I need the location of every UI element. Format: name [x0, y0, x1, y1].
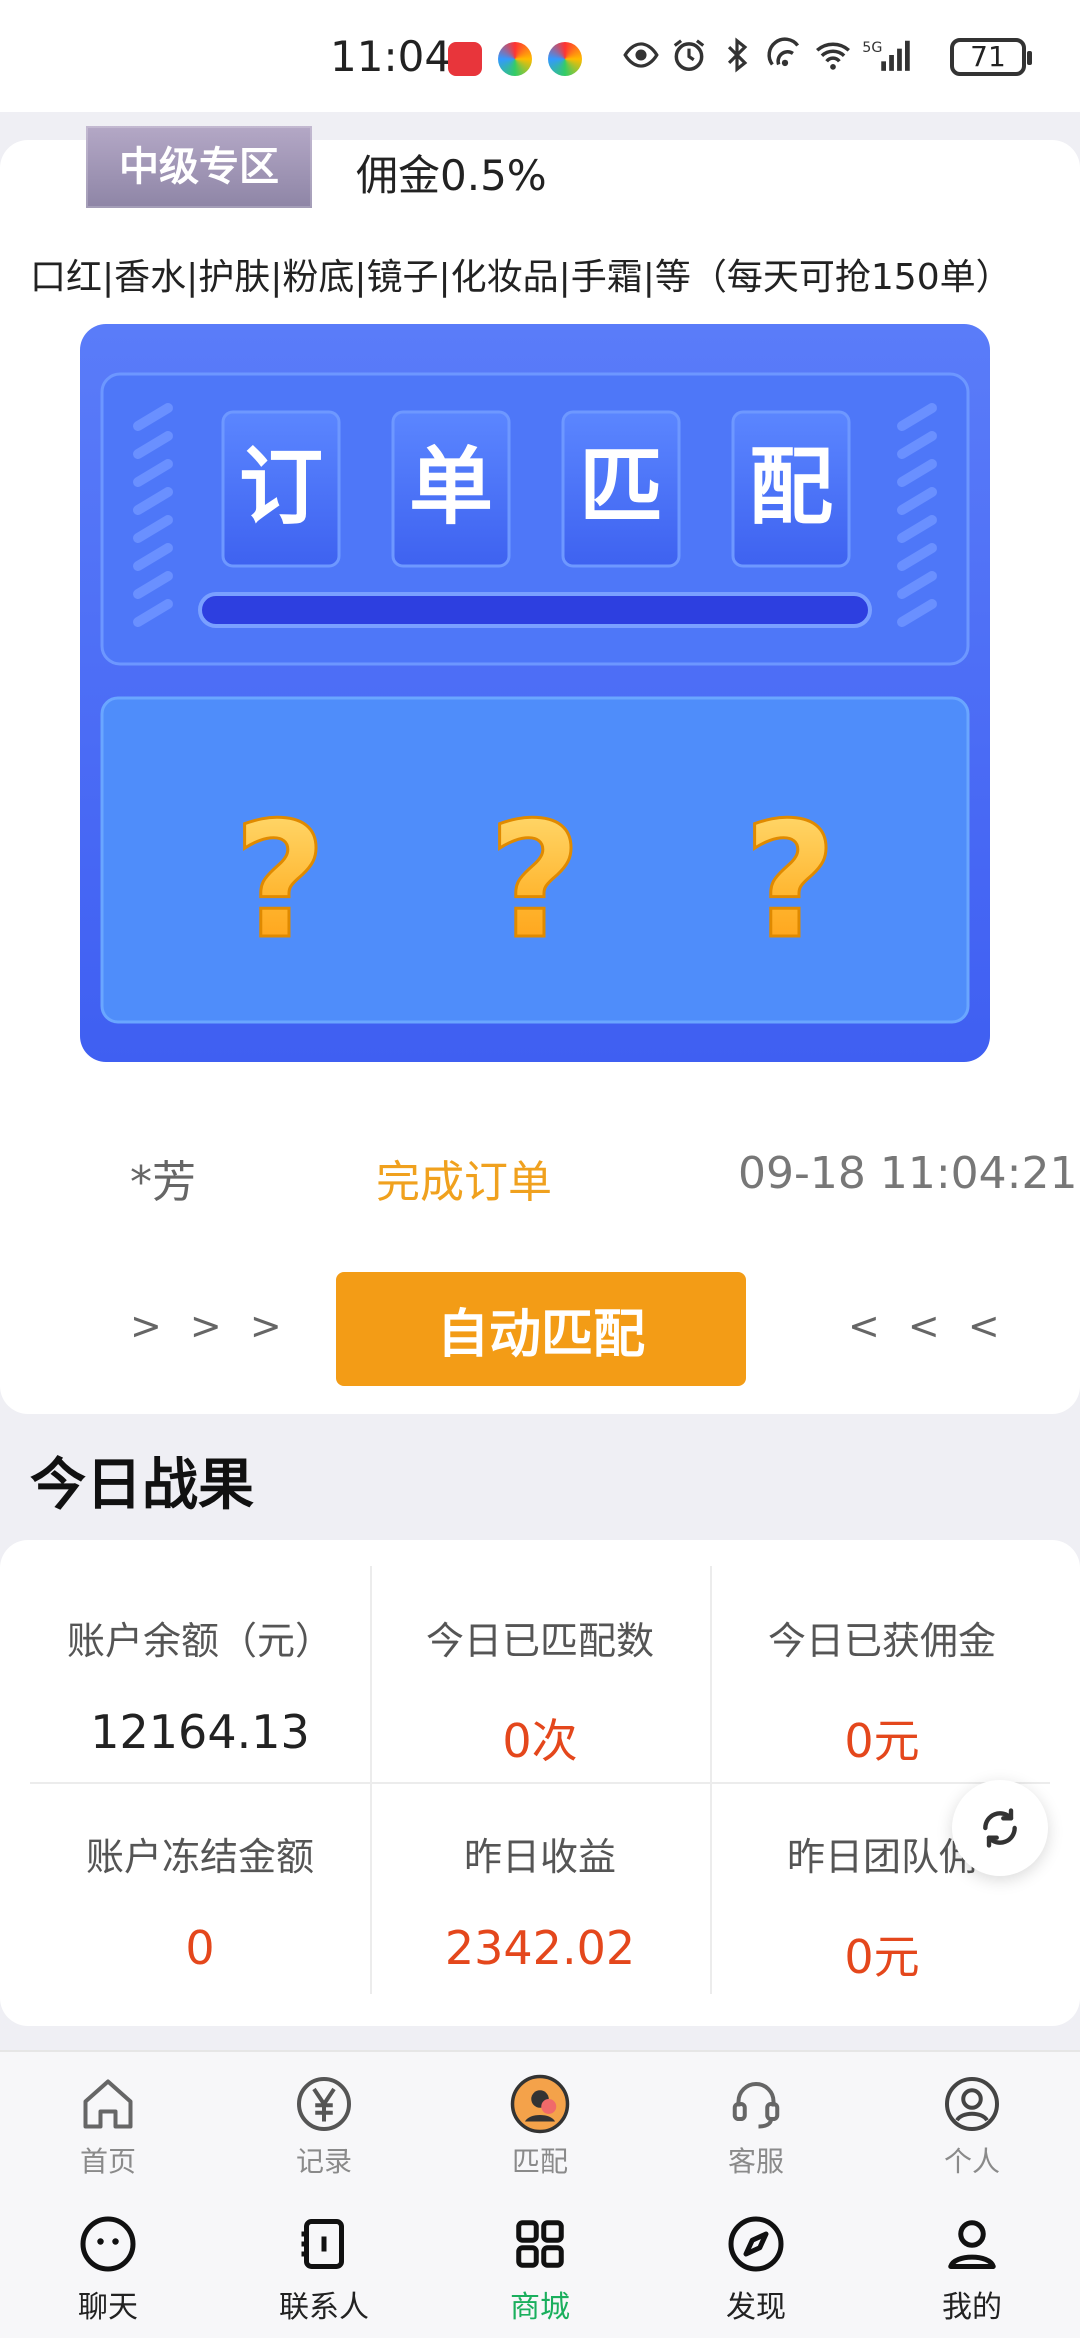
auto-match-button[interactable]: 自动匹配	[336, 1272, 746, 1386]
tab-records[interactable]: 记录	[216, 2074, 432, 2180]
machine-char: 配	[749, 438, 833, 536]
status-time: 11:04	[330, 32, 452, 81]
chat-icon	[80, 2216, 136, 2272]
eye-icon	[623, 42, 659, 68]
grid-icon	[516, 2220, 564, 2268]
matched-order-status: 完成订单	[376, 1157, 552, 1208]
app-icon	[498, 42, 532, 76]
tab-label: 匹配	[511, 2145, 568, 2178]
stat-label: 账户余额（元）	[66, 1619, 333, 1663]
stat-label: 今日已匹配数	[425, 1619, 654, 1663]
refresh-button[interactable]	[952, 1780, 1048, 1876]
tab-discover[interactable]: 发现	[648, 2214, 864, 2326]
commission-rate: 佣金0.5%	[356, 151, 547, 200]
contacts-icon	[301, 2219, 344, 2269]
stat-label: 账户冻结金额	[85, 1835, 314, 1879]
machine-result-slots: ? ? ?	[232, 786, 838, 976]
stat-value: 0元	[844, 1714, 920, 1768]
tab-chat[interactable]: 聊天	[0, 2214, 216, 2326]
user-icon	[945, 2077, 999, 2131]
bluetooth-icon	[727, 37, 748, 73]
stat-matched-count: 今日已匹配数 0次	[370, 1610, 710, 1771]
person-icon	[948, 2220, 996, 2269]
yen-icon	[297, 2077, 351, 2131]
question-mark: ?	[489, 787, 582, 974]
alarm-icon	[673, 39, 705, 71]
compass-icon	[728, 2216, 784, 2272]
tab-label: 商城	[510, 2290, 570, 2325]
wifi-icon	[816, 42, 850, 70]
match-avatar-icon	[510, 2074, 570, 2134]
divider	[30, 1782, 1050, 1784]
tab-home[interactable]: 首页	[0, 2074, 216, 2180]
host-tab-bar: 聊天 联系人 商城 发现 我的	[0, 2184, 1080, 2338]
stats-card: 账户余额（元） 12164.13 今日已匹配数 0次 今日已获佣金 0元 账户冻…	[0, 1540, 1080, 2026]
tab-label: 联系人	[279, 2290, 369, 2325]
tab-label: 发现	[726, 2290, 786, 2325]
5g-signal-icon: 5G	[862, 40, 910, 71]
stat-value: 12164.13	[90, 1705, 310, 1759]
question-mark: ?	[744, 787, 837, 974]
tab-label: 我的	[942, 2290, 1002, 2325]
stat-label: 昨日收益	[463, 1835, 616, 1879]
stat-frozen-amount: 账户冻结金额 0	[30, 1826, 370, 1975]
refresh-icon	[983, 1808, 1017, 1848]
stat-commission-earned: 今日已获佣金 0元	[712, 1610, 1052, 1771]
stat-value: 2342.02	[444, 1921, 636, 1975]
machine-slot	[198, 592, 872, 628]
stat-label: 今日已获佣金	[767, 1619, 996, 1663]
today-results-title: 今日战果	[30, 1453, 254, 1518]
svg-text:5G: 5G	[862, 40, 882, 56]
app-tab-bar: 首页 记录 匹配 客服 个人	[0, 2050, 1080, 2184]
tab-me[interactable]: 我的	[864, 2214, 1080, 2326]
stat-value: 0次	[502, 1714, 578, 1768]
battery-indicator: 71	[950, 38, 1032, 76]
tab-label: 客服	[727, 2145, 784, 2178]
order-match-machine: 订 单 匹 配 ? ? ?	[80, 324, 990, 1062]
tab-customer-service[interactable]: 客服	[648, 2074, 864, 2180]
matched-order-time: 09-18 11:04:21	[738, 1148, 1078, 1199]
tab-label: 个人	[943, 2145, 1000, 2178]
right-arrows: < < <	[848, 1304, 1008, 1348]
machine-char: 单	[409, 438, 493, 536]
tab-mall[interactable]: 商城	[432, 2214, 648, 2326]
stat-account-balance: 账户余额（元） 12164.13	[30, 1610, 370, 1759]
home-icon	[83, 2079, 133, 2129]
left-arrows: > > >	[130, 1304, 290, 1348]
tab-profile[interactable]: 个人	[864, 2074, 1080, 2180]
stat-yesterday-income: 昨日收益 2342.02	[370, 1826, 710, 1975]
app-icon	[548, 42, 582, 76]
tab-label: 聊天	[78, 2290, 138, 2325]
matched-user-name: *芳	[130, 1157, 196, 1208]
status-bar: 11:04 5G 71	[0, 0, 1080, 112]
tab-label: 记录	[295, 2145, 352, 2178]
tab-match[interactable]: 匹配	[432, 2074, 648, 2180]
nfc-icon	[767, 37, 800, 67]
machine-char: 匹	[579, 438, 663, 536]
stat-value: 0元	[844, 1930, 920, 1984]
status-icons: 5G	[622, 36, 910, 74]
machine-char: 订	[239, 438, 323, 536]
stat-value: 0	[185, 1921, 215, 1975]
tier-badge: 中级专区	[86, 126, 312, 208]
huawei-store-icon	[448, 42, 482, 76]
tab-contacts[interactable]: 联系人	[216, 2214, 432, 2326]
product-categories: 口红|香水|护肤|粉底|镜子|化妆品|手霜|等（每天可抢150单）	[30, 257, 1012, 298]
tab-label: 首页	[79, 2145, 136, 2178]
question-mark: ?	[234, 787, 327, 974]
headset-icon	[732, 2082, 780, 2129]
